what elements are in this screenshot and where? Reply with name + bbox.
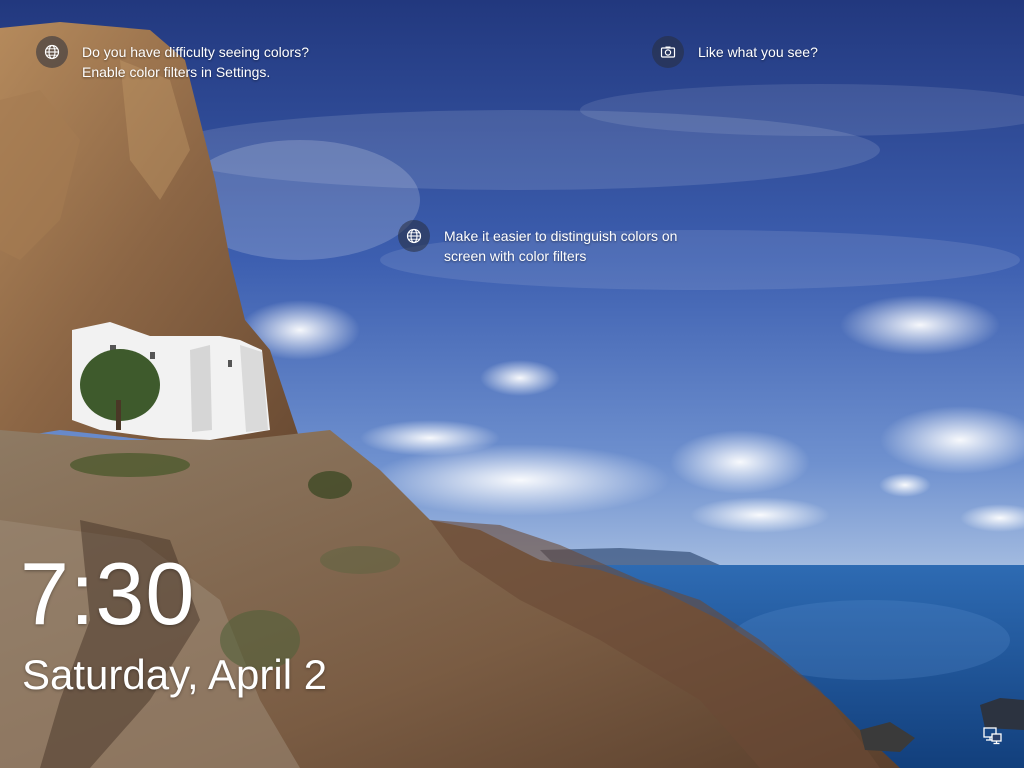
tip-like-what-you-see[interactable]: Like what you see? xyxy=(652,36,818,68)
tip-line-1: Like what you see? xyxy=(698,44,818,60)
tip-line-2: screen with color filters xyxy=(444,248,587,264)
tip-color-filters-distinguish[interactable]: Make it easier to distinguish colors on … xyxy=(398,220,677,266)
tip-color-filters-settings[interactable]: Do you have difficulty seeing colors? En… xyxy=(36,36,309,82)
tip-line-2: Enable color filters in Settings. xyxy=(82,64,271,80)
tip-line-1: Do you have difficulty seeing colors? xyxy=(82,44,309,60)
globe-icon xyxy=(36,36,68,68)
tip-text: Make it easier to distinguish colors on … xyxy=(444,226,677,266)
tip-text: Do you have difficulty seeing colors? En… xyxy=(82,42,309,82)
tip-line-1: Make it easier to distinguish colors on xyxy=(444,228,678,244)
globe-icon xyxy=(398,220,430,252)
network-icon[interactable] xyxy=(983,727,1003,745)
lock-screen-date: Saturday, April 2 xyxy=(22,651,328,698)
lock-screen-time: 7:30 xyxy=(20,544,196,643)
camera-icon xyxy=(652,36,684,68)
tip-text: Like what you see? xyxy=(698,42,818,62)
lock-screen[interactable]: Do you have difficulty seeing colors? En… xyxy=(0,0,1024,768)
